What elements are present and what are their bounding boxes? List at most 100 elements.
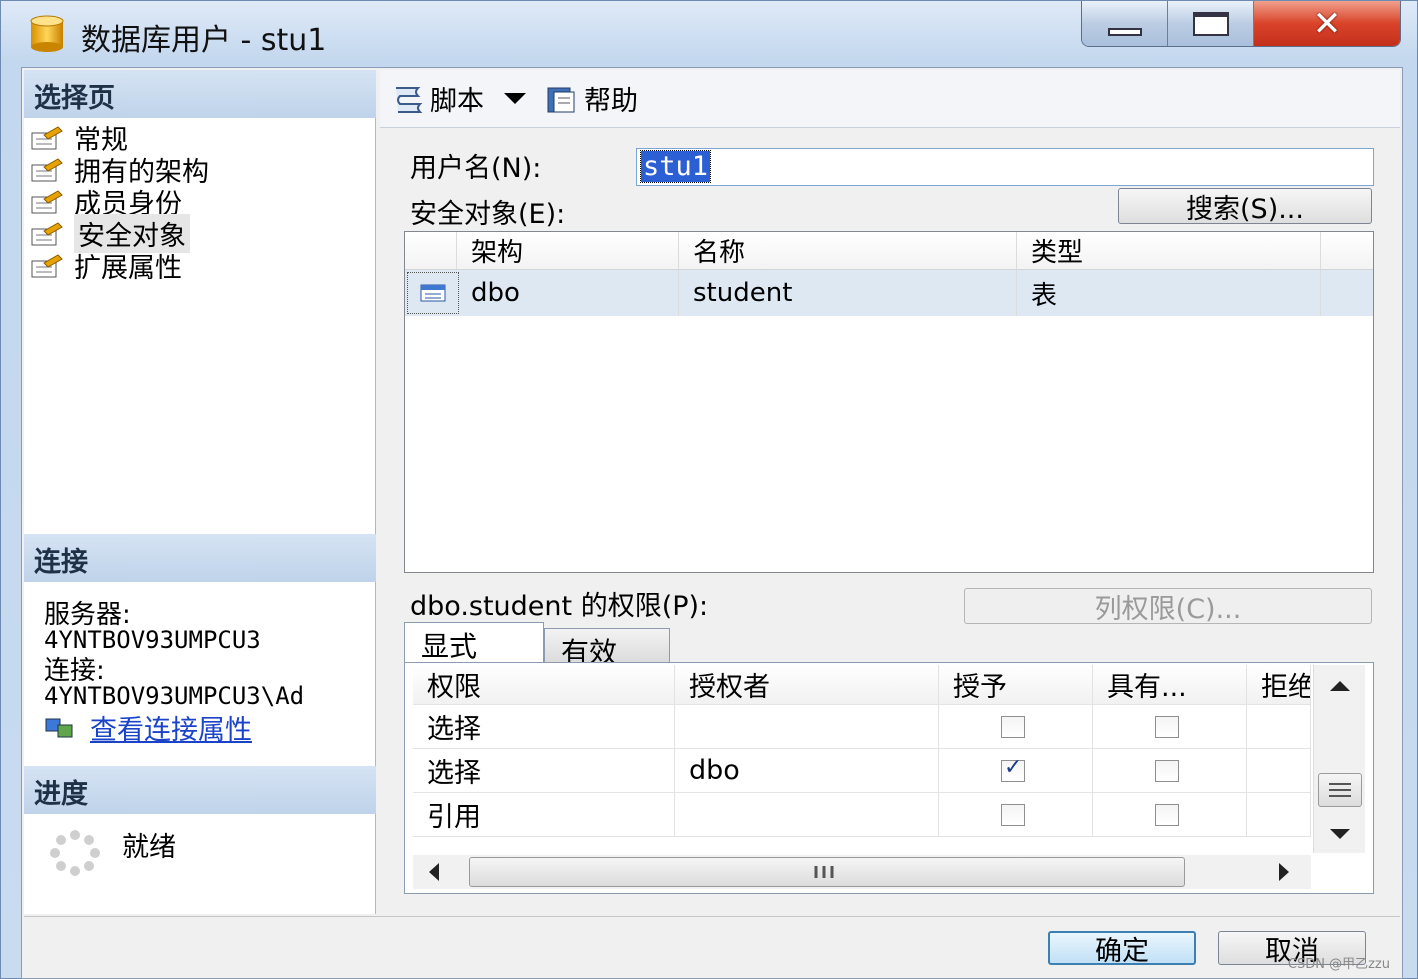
nav-item-owned-schemas[interactable]: 拥有的架构 bbox=[30, 154, 209, 188]
column-header-name[interactable]: 名称 bbox=[679, 232, 1017, 269]
table-row[interactable]: 选择 dbo bbox=[413, 749, 1311, 793]
column-header-grantor[interactable]: 授权者 bbox=[675, 665, 939, 704]
help-icon bbox=[547, 87, 575, 112]
securables-grid[interactable]: 架构 名称 类型 dbo student 表 bbox=[404, 231, 1374, 573]
column-header-deny[interactable]: 拒绝 bbox=[1247, 665, 1311, 704]
nav-label: 扩展属性 bbox=[74, 253, 182, 284]
script-dropdown-arrow-icon[interactable] bbox=[504, 93, 526, 104]
vertical-scrollbar[interactable] bbox=[1313, 665, 1365, 853]
table-row[interactable]: dbo student 表 bbox=[405, 270, 1373, 316]
maximize-icon bbox=[1192, 11, 1229, 36]
view-connection-properties[interactable]: 查看连接属性 bbox=[44, 708, 252, 747]
cell-grantor bbox=[675, 705, 939, 748]
cell-permission: 选择 bbox=[413, 705, 675, 748]
row-selector[interactable] bbox=[407, 272, 459, 314]
scroll-up-icon[interactable] bbox=[1330, 681, 1350, 691]
cell-grant bbox=[939, 749, 1093, 792]
close-button[interactable]: ✕ bbox=[1254, 1, 1400, 46]
grant-checkbox[interactable] bbox=[1001, 755, 1025, 782]
horizontal-scrollbar[interactable] bbox=[413, 855, 1311, 889]
progress-spinner-icon bbox=[50, 830, 100, 876]
cell-schema: dbo bbox=[457, 270, 679, 316]
connection-value: 4YNTBOV93UMPCU3\Ad bbox=[44, 682, 305, 710]
permissions-label: dbo.student 的权限(P): bbox=[410, 591, 709, 622]
permissions-grid[interactable]: 权限 授权者 授予 具有... 拒绝 选择 选择 dbo ✓ 引用 bbox=[413, 665, 1311, 853]
horizontal-scroll-thumb[interactable] bbox=[469, 857, 1185, 887]
toolbar: 脚本 帮助 bbox=[380, 70, 1400, 128]
column-header-grant[interactable]: 授予 bbox=[939, 665, 1093, 704]
cell-grantor: dbo bbox=[675, 749, 939, 792]
progress-status-text: 就绪 bbox=[122, 831, 176, 863]
view-connection-link[interactable]: 查看连接属性 bbox=[90, 708, 252, 747]
tab-explicit[interactable]: 显式 bbox=[404, 622, 544, 664]
column-header-with-grant[interactable]: 具有... bbox=[1093, 665, 1247, 704]
vertical-scroll-thumb[interactable] bbox=[1318, 773, 1362, 807]
minimize-button[interactable] bbox=[1082, 1, 1168, 46]
help-label: 帮助 bbox=[584, 86, 638, 117]
page-icon bbox=[31, 157, 63, 181]
progress-header: 进度 bbox=[24, 766, 376, 814]
script-button[interactable]: 脚本 bbox=[390, 79, 484, 118]
script-label: 脚本 bbox=[430, 86, 484, 117]
cell-permission: 引用 bbox=[413, 793, 675, 836]
table-row[interactable]: 引用 bbox=[413, 793, 1311, 837]
grip-icon bbox=[1329, 783, 1351, 797]
column-header-permission[interactable]: 权限 bbox=[413, 665, 675, 704]
table-row[interactable]: 选择 bbox=[413, 705, 1311, 749]
search-button[interactable]: 搜索(S)... bbox=[1118, 188, 1372, 225]
grant-checkbox[interactable] bbox=[1001, 715, 1025, 738]
with-grant-checkbox[interactable] bbox=[1155, 759, 1179, 782]
username-input[interactable]: stu1 bbox=[636, 148, 1374, 186]
script-icon bbox=[396, 86, 423, 113]
database-icon bbox=[30, 15, 64, 52]
securables-grid-header: 架构 名称 类型 bbox=[405, 232, 1373, 270]
scroll-down-icon[interactable] bbox=[1330, 829, 1350, 839]
dialog-window: 数据库用户 - stu1 ✕ 选择页 常规 拥有的架构 成员身份 安全对象 扩展… bbox=[0, 0, 1418, 979]
dialog-body: 选择页 常规 拥有的架构 成员身份 安全对象 扩展属性 连接 服务器: 4YNT… bbox=[21, 67, 1403, 979]
page-icon bbox=[31, 221, 63, 245]
username-value: stu1 bbox=[639, 150, 712, 183]
table-icon bbox=[420, 284, 446, 302]
cell-grantor bbox=[675, 793, 939, 836]
watermark: CSDN @甲乙zzu bbox=[1287, 957, 1390, 972]
help-button[interactable]: 帮助 bbox=[544, 79, 638, 118]
with-grant-checkbox[interactable] bbox=[1155, 715, 1179, 738]
connection-properties-icon bbox=[45, 718, 73, 737]
page-icon bbox=[31, 189, 63, 213]
username-label: 用户名(N): bbox=[410, 153, 542, 184]
window-title: 数据库用户 - stu1 bbox=[81, 23, 327, 58]
nav-item-extended-properties[interactable]: 扩展属性 bbox=[30, 250, 182, 284]
left-pane: 选择页 常规 拥有的架构 成员身份 安全对象 扩展属性 连接 服务器: 4YNT… bbox=[24, 70, 376, 914]
cell-grant bbox=[939, 705, 1093, 748]
nav-item-general[interactable]: 常规 bbox=[30, 122, 128, 156]
scroll-left-icon[interactable] bbox=[429, 863, 439, 881]
cell-deny bbox=[1247, 705, 1311, 748]
permissions-panel: 权限 授权者 授予 具有... 拒绝 选择 选择 dbo ✓ 引用 bbox=[404, 662, 1374, 894]
cell-type: 表 bbox=[1017, 270, 1321, 316]
cell-with-grant bbox=[1093, 705, 1247, 748]
dialog-footer: 确定 取消 CSDN @甲乙zzu bbox=[24, 916, 1400, 978]
minimize-icon bbox=[1107, 27, 1142, 36]
securables-label: 安全对象(E): bbox=[410, 199, 566, 230]
with-grant-checkbox[interactable] bbox=[1155, 803, 1179, 826]
grant-checkbox[interactable] bbox=[1001, 803, 1025, 826]
nav-item-securables[interactable]: 安全对象 bbox=[30, 214, 190, 253]
connection-header: 连接 bbox=[24, 534, 376, 582]
tab-effective[interactable]: 有效 bbox=[544, 628, 670, 669]
title-bar[interactable]: 数据库用户 - stu1 ✕ bbox=[1, 1, 1418, 67]
permissions-grid-header: 权限 授权者 授予 具有... 拒绝 bbox=[413, 665, 1311, 705]
ok-button[interactable]: 确定 bbox=[1048, 931, 1196, 967]
row-icon-column-header bbox=[405, 232, 457, 269]
maximize-button[interactable] bbox=[1168, 1, 1254, 46]
column-header-type[interactable]: 类型 bbox=[1017, 232, 1321, 269]
column-permissions-button[interactable]: 列权限(C)... bbox=[964, 588, 1372, 625]
nav-item-membership[interactable]: 成员身份 bbox=[30, 186, 182, 220]
cell-with-grant bbox=[1093, 793, 1247, 836]
cell-deny bbox=[1247, 749, 1311, 792]
scroll-right-icon[interactable] bbox=[1279, 863, 1289, 881]
grip-icon bbox=[814, 866, 834, 878]
cell-name: student bbox=[679, 270, 1017, 316]
page-icon bbox=[31, 253, 63, 277]
select-page-header: 选择页 bbox=[24, 70, 376, 118]
column-header-schema[interactable]: 架构 bbox=[457, 232, 679, 269]
